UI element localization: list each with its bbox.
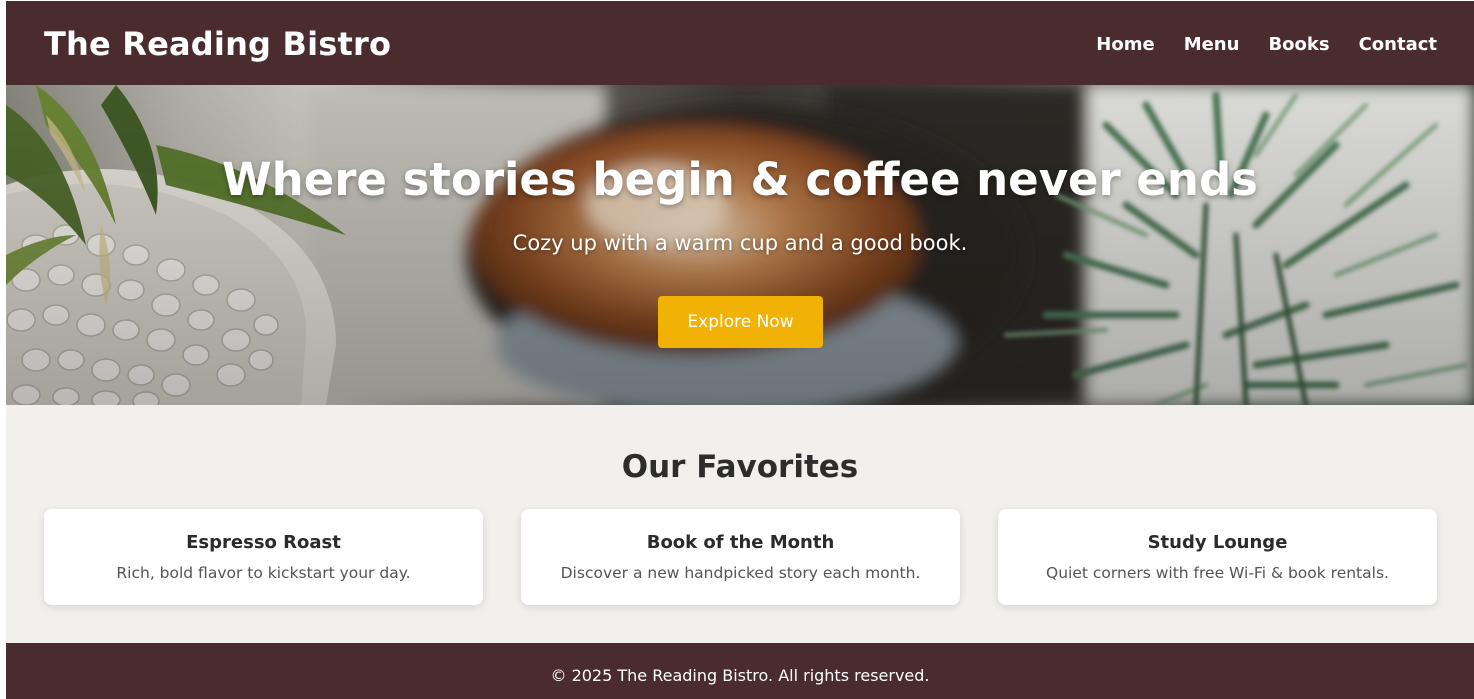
site-footer: © 2025 The Reading Bistro. All rights re…: [6, 643, 1474, 699]
copyright-text: © 2025 The Reading Bistro. All rights re…: [550, 666, 930, 685]
hero-subtitle: Cozy up with a warm cup and a good book.: [512, 231, 968, 255]
card-text: Rich, bold flavor to kickstart your day.: [116, 564, 411, 582]
explore-now-button[interactable]: Explore Now: [658, 296, 823, 348]
favorites-heading: Our Favorites: [621, 449, 859, 485]
card-title: Book of the Month: [646, 532, 835, 553]
card-study-lounge[interactable]: Study Lounge Quiet corners with free Wi-…: [998, 509, 1437, 605]
main-nav: Home Menu Books Contact: [1096, 34, 1437, 55]
nav-home-link[interactable]: Home: [1096, 34, 1154, 55]
nav-menu-link[interactable]: Menu: [1184, 34, 1240, 55]
card-book-of-the-month[interactable]: Book of the Month Discover a new handpic…: [521, 509, 960, 605]
nav-contact-link[interactable]: Contact: [1359, 34, 1437, 55]
favorites-cards: Espresso Roast Rich, bold flavor to kick…: [44, 509, 1437, 605]
site-header: The Reading Bistro Home Menu Books Conta…: [6, 1, 1474, 85]
card-text: Quiet corners with free Wi-Fi & book ren…: [1046, 564, 1389, 582]
card-title: Study Lounge: [1147, 532, 1288, 553]
nav-books-link[interactable]: Books: [1268, 34, 1329, 55]
card-title: Espresso Roast: [186, 532, 341, 553]
hero-banner: Where stories begin & coffee never ends …: [6, 85, 1474, 405]
card-text: Discover a new handpicked story each mon…: [560, 564, 921, 582]
page: The Reading Bistro Home Menu Books Conta…: [6, 1, 1474, 699]
card-espresso-roast[interactable]: Espresso Roast Rich, bold flavor to kick…: [44, 509, 483, 605]
brand-logo[interactable]: The Reading Bistro: [44, 25, 391, 63]
hero-title: Where stories begin & coffee never ends: [222, 153, 1258, 206]
